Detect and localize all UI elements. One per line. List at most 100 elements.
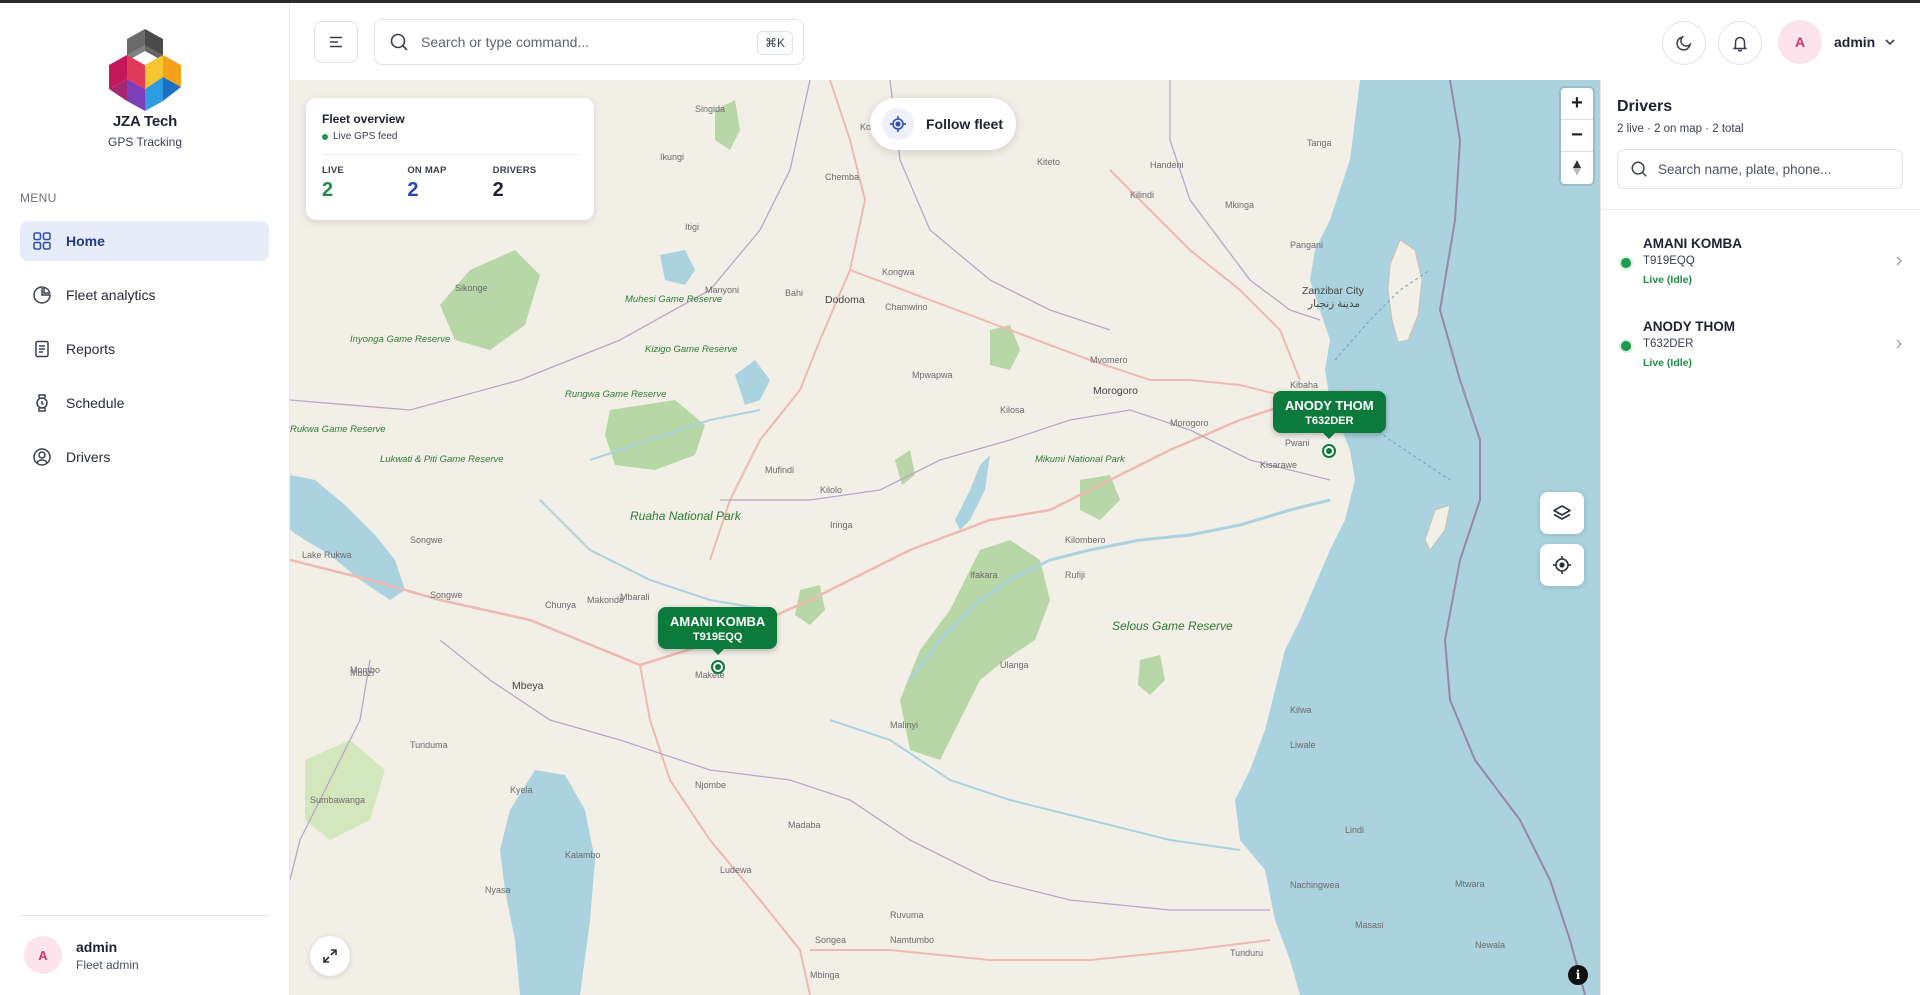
user-menu[interactable]: A admin [1778, 19, 1897, 65]
stat-label: DRIVERS [492, 165, 537, 176]
map-label-mpwapwa: Mpwapwa [912, 370, 953, 380]
stat-value: 2 [322, 179, 334, 201]
sidebar-item-label: Schedule [66, 395, 125, 411]
stat-value: 2 [492, 179, 504, 201]
crosshair-icon [882, 108, 914, 140]
map-label-mbinga: Mbinga [810, 970, 840, 980]
map-label-mtwara: Mtwara [1455, 879, 1485, 889]
marker-driver-name: AMANI KOMBA [670, 614, 766, 629]
avatar: A [1778, 20, 1822, 64]
live-dot-icon [1621, 258, 1631, 268]
avatar: A [24, 936, 62, 974]
stat-live: LIVE 2 [322, 165, 407, 202]
map-label-tunduru: Tunduru [1230, 948, 1264, 958]
map-layers-button[interactable] [1540, 492, 1584, 534]
search-input[interactable] [421, 34, 741, 50]
map-label-liwale: Liwale [1290, 740, 1316, 750]
menu-label: MENU [20, 191, 57, 205]
marker-tail [1323, 433, 1336, 439]
driver-search-input[interactable] [1658, 161, 1888, 177]
fleet-map[interactable]: Singida Ikungi Chemba Kondoa Itigi Sikon… [290, 80, 1600, 995]
command-search[interactable]: ⌘K [374, 19, 804, 65]
compass-icon [1573, 160, 1581, 176]
driver-row-anody-thom[interactable]: ANODY THOM T632DER Live (Idle) [1601, 299, 1920, 382]
map-label-dodoma: Dodoma [825, 294, 865, 306]
zoom-controls: + − [1561, 88, 1593, 184]
map-label-handeni: Handeni [1150, 160, 1184, 170]
map-label-mikumi: Mikumi National Park [1035, 454, 1125, 465]
map-label-lake-rukwa: Lake Rukwa [302, 550, 352, 560]
map-label-ikungi: Ikungi [660, 152, 685, 162]
sidebar-item-drivers[interactable]: Drivers [20, 437, 269, 477]
map-label-kilosa: Kilosa [1000, 405, 1025, 415]
map-label-songwe: Songwe [430, 590, 463, 600]
moon-icon [1676, 35, 1692, 51]
map-label-ruvuma: Ruvuma [890, 910, 924, 920]
menu-toggle-button[interactable] [314, 21, 358, 63]
theme-toggle-button[interactable] [1662, 21, 1706, 65]
fleet-overview-card: Fleet overview Live GPS feed LIVE 2 ON M… [306, 98, 594, 220]
map-label-kizigo: Kizigo Game Reserve [645, 344, 738, 355]
zoom-out-button[interactable]: − [1561, 120, 1593, 152]
drivers-summary: 2 live · 2 on map · 2 total [1617, 123, 1744, 135]
driver-name: AMANI KOMBA [1643, 236, 1742, 251]
brand-title: JZA Tech [112, 113, 178, 130]
map-label-pangani: Pangani [1290, 240, 1324, 250]
map-label-ulanga: Ulanga [1000, 660, 1029, 670]
map-label-kibaha: Kibaha [1290, 380, 1319, 390]
fullscreen-button[interactable] [310, 936, 350, 976]
marker-driver-name: ANODY THOM [1285, 398, 1374, 413]
map-label-makonde: Makonde [587, 595, 625, 605]
map-label-kilombero: Kilombero [1065, 535, 1106, 545]
jza-logo-icon [109, 29, 181, 111]
map-label-morogoro: Morogoro [1093, 385, 1138, 397]
map-label-lukwati: Lukwati & Piti Game Reserve [380, 454, 504, 465]
driver-search[interactable] [1617, 149, 1903, 189]
zoom-in-button[interactable]: + [1561, 88, 1593, 120]
sidebar-item-reports[interactable]: Reports [20, 329, 269, 369]
follow-fleet-button[interactable]: Follow fleet [870, 98, 1016, 150]
vehicle-marker-anody-thom[interactable]: ANODY THOM T632DER [1273, 391, 1386, 458]
user-role: Fleet admin [76, 957, 139, 972]
map-label-inyonga: Inyonga Game Reserve [350, 334, 451, 345]
sidebar-item-fleet-analytics[interactable]: Fleet analytics [20, 275, 269, 315]
map-label-newala: Newala [1475, 940, 1506, 950]
map-label-chemba: Chemba [825, 172, 860, 182]
sidebar: JZA Tech GPS Tracking MENU Home Fleet an… [0, 3, 290, 995]
map-label-ruaha: Ruaha National Park [630, 509, 741, 523]
driver-row-amani-komba[interactable]: AMANI KOMBA T919EQQ Live (Idle) [1601, 216, 1920, 299]
attribution-info-button[interactable]: i [1568, 965, 1588, 985]
map-label-mvomero: Mvomero [1090, 355, 1128, 365]
map-label-bahi: Bahi [785, 288, 804, 298]
current-user[interactable]: A admin Fleet admin [24, 936, 139, 974]
vehicle-marker-amani-komba[interactable]: AMANI KOMBA T919EQQ [658, 607, 778, 674]
map-label-mbeya: Mbeya [512, 680, 544, 692]
compass-reset-button[interactable] [1561, 152, 1593, 184]
search-icon [1631, 161, 1647, 177]
sidebar-item-label: Fleet analytics [66, 287, 156, 303]
menu-icon [330, 36, 342, 48]
map-label-tanga: Tanga [1307, 138, 1332, 148]
map-label-zanzibar: Zanzibar City [1302, 285, 1364, 297]
map-label-chamwino: Chamwino [885, 302, 928, 312]
chevron-right-icon [1894, 337, 1904, 356]
sidebar-item-home[interactable]: Home [20, 221, 269, 261]
grid-icon [32, 231, 52, 251]
stat-on-map: ON MAP 2 [407, 165, 492, 202]
stat-label: LIVE [322, 165, 344, 176]
map-label-singida: Singida [695, 104, 726, 114]
map-label-kilwa: Kilwa [1290, 705, 1312, 715]
chevron-right-icon [1894, 254, 1904, 273]
user-circle-icon [32, 447, 52, 467]
sidebar-footer: A admin Fleet admin [20, 915, 269, 974]
sidebar-item-schedule[interactable]: Schedule [20, 383, 269, 423]
map-label-chunya: Chunya [545, 600, 577, 610]
notifications-button[interactable] [1718, 21, 1762, 65]
stat-label: ON MAP [407, 165, 447, 176]
locate-button[interactable] [1540, 544, 1584, 586]
driver-plate: T919EQQ [1643, 255, 1695, 267]
follow-fleet-label: Follow fleet [926, 116, 1003, 132]
map-label-sumbawanga: Sumbawanga [310, 795, 366, 805]
clock-icon [32, 393, 52, 413]
sidebar-item-label: Reports [66, 341, 116, 357]
